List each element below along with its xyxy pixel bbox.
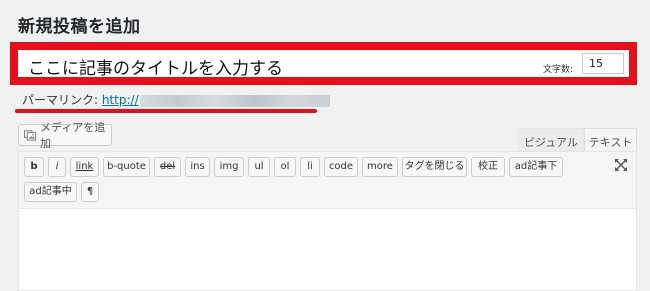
qt-close-tags-button[interactable]: タグを閉じる (402, 157, 467, 177)
char-count-field[interactable]: 15 (582, 53, 624, 74)
qt-more-button[interactable]: more (362, 157, 398, 177)
qt-paragraph-button[interactable]: ¶ (81, 182, 99, 202)
add-media-label: メディアを追加 (40, 121, 106, 150)
permalink-highlight-underline (15, 109, 317, 113)
tab-visual[interactable]: ビジュアル (518, 128, 584, 151)
qt-code-button[interactable]: code (324, 157, 358, 177)
fullscreen-icon[interactable] (614, 158, 628, 172)
qt-italic-button[interactable]: i (48, 157, 66, 177)
qt-proofread-button[interactable]: 校正 (471, 157, 505, 177)
qt-ins-button[interactable]: ins (185, 157, 210, 177)
post-editor: b i link b-quote del ins img ul ol li co… (18, 151, 637, 291)
qt-del-button[interactable]: del (154, 157, 181, 177)
qt-ad-below-article-button[interactable]: ad記事下 (509, 157, 563, 177)
tab-text[interactable]: テキスト (584, 128, 637, 151)
quicktags-toolbar: b i link b-quote del ins img ul ol li co… (19, 152, 636, 209)
permalink-row: パーマリンク: http:// (22, 91, 330, 108)
add-media-button[interactable]: メディアを追加 (18, 121, 112, 150)
qt-ad-in-article-button[interactable]: ad記事中 (24, 182, 77, 202)
qt-img-button[interactable]: img (214, 157, 244, 177)
post-title-field[interactable]: ここに記事のタイトルを入力する 文字数: 15 (18, 50, 629, 79)
permalink-label: パーマリンク: (22, 93, 99, 107)
page-title: 新規投稿を追加 (18, 17, 141, 37)
media-icon (24, 130, 37, 141)
qt-li-button[interactable]: li (300, 157, 320, 177)
qt-bold-button[interactable]: b (24, 157, 44, 177)
permalink-link[interactable]: http:// (102, 93, 139, 107)
permalink-blurred-url (139, 94, 330, 107)
qt-blockquote-button[interactable]: b-quote (103, 157, 150, 177)
qt-link-button[interactable]: link (70, 157, 99, 177)
post-title-input[interactable]: ここに記事のタイトルを入力する (28, 54, 283, 79)
title-highlight-box: ここに記事のタイトルを入力する 文字数: 15 (10, 42, 637, 85)
char-count-label: 文字数: (542, 65, 573, 75)
qt-ul-button[interactable]: ul (248, 157, 270, 177)
qt-ol-button[interactable]: ol (274, 157, 296, 177)
